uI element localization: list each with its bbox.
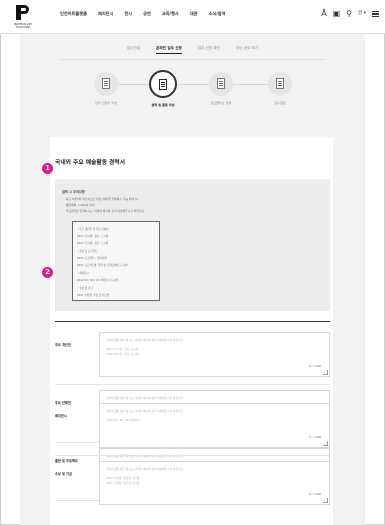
char-counter: 0 / 1,000 (308, 364, 321, 368)
tab-residency-guide[interactable]: 입주안내 (127, 46, 140, 54)
site-logo[interactable]: INCHEON ART PLATFORM (8, 5, 38, 31)
solo-exhibition-textarea[interactable]: 국외의 활동 등록 하시고, 아래의 예시와 같이 작성해주시기 바랍니다. 2… (99, 332, 330, 377)
field-row-solo-exhibition: 주요 개인전 국외의 활동 등록 하시고, 아래의 예시와 같이 작성해주시기 … (55, 332, 330, 377)
guide-note: · 예문제목: 1,000자 이내 (64, 203, 95, 207)
menu-item-platform[interactable]: 인천아트플랫폼 (60, 11, 87, 17)
field-row-awards: 수상 및 기금 국외의 활동 등록 하시고, 아래의 예시와 같이 작성해주시기… (55, 461, 330, 505)
content-area: 입주안내 온라인 입주 신청 입주 신청 확인 지난 공모 보기 입주 신청서 … (20, 34, 365, 525)
step-application-form: 입주 신청서 작성 (86, 72, 126, 105)
tab-past-calls[interactable]: 지난 공모 보기 (236, 46, 258, 54)
annotation-badge-2: 2 (42, 267, 53, 278)
example-line: 2022 00 / 00 / 00 레지던시 도시명 (77, 279, 118, 282)
sub-tabs: 입주안내 온라인 입주 신청 입주 신청 확인 지난 공모 보기 (20, 46, 365, 54)
menu-icon[interactable] (372, 11, 379, 17)
step-circle-active (149, 70, 177, 98)
input-guide-box: 입력 시 주의사항 · 최근 5년부터 최신순으로 작성 (분야별 전체복수 가… (55, 179, 330, 311)
guide-note: · 주요경력을 입력하시고, 아래의 예시와 같이 작성해주시기 바랍니다. (64, 209, 145, 213)
placeholder-example: 2021 수상명, 수상 및 기금명 (106, 481, 140, 485)
example-line: – 주요 개인전 및 주요 단체전 (77, 228, 109, 231)
guide-title: 입력 시 주의사항 (62, 190, 85, 194)
page-title: 국내외 주요 예술활동 경력서 (55, 160, 126, 166)
calendar-icon[interactable]: ▣ (333, 9, 341, 19)
menu-item-rental[interactable]: 대관 (190, 11, 198, 17)
step-label: 접수완료 (274, 101, 286, 105)
main-menu: 인천아트플랫폼 레지던시 전시 공연 교육/행사 대관 소식/참여 (60, 11, 236, 17)
step-label: 입주 신청서 작성 (95, 101, 117, 105)
placeholder-text: 국외의 활동 등록 하시고, 아래의 예시와 같이 작성해주시기 바랍니다. (106, 467, 184, 471)
menu-item-education[interactable]: 교육/행사 (162, 11, 179, 17)
placeholder-text: 국외의 활동 등록 하시고, 아래의 예시와 같이 작성해주시기 바랍니다. (106, 396, 184, 400)
char-counter: 0 / 1,000 (308, 435, 321, 439)
resize-handle[interactable] (323, 370, 328, 375)
placeholder-example: 2022 00 / 00 / 00 레지던시 (106, 418, 140, 422)
step-label: 포트폴리오 첨부 (210, 101, 232, 105)
logo-mark (16, 5, 29, 20)
resize-handle[interactable] (323, 498, 328, 503)
placeholder-example: 2023 '전시명', 장소, 도시명 (106, 347, 139, 351)
awards-textarea[interactable]: 국외의 활동 등록 하시고, 아래의 예시와 같이 작성해주시기 바랍니다. 2… (99, 461, 330, 505)
menu-item-performance[interactable]: 공연 (143, 11, 151, 17)
resize-handle[interactable] (323, 441, 328, 446)
placeholder-text: 국외의 활동 등록 하시고, 아래의 예시와 같이 작성해주시기 바랍니다. (106, 338, 184, 342)
example-line: 2023 '프로젝트', 출판사명 (77, 257, 107, 260)
document-icon (102, 78, 110, 89)
example-line: 2021 수상명, 수상 및 기금명 (77, 294, 110, 297)
example-line: – 출판 및 프로젝트 (77, 250, 98, 253)
step-label: 경력 및 활동 작성 (151, 103, 175, 107)
placeholder-example: 2023 수상명, 수상 및 기금명 (106, 476, 140, 480)
step-circle (268, 72, 292, 96)
section-divider (55, 321, 330, 322)
field-label: 레지던시 (55, 414, 67, 418)
menu-item-news[interactable]: 소식/참여 (209, 11, 226, 17)
example-line: – 수상 및 기금 (77, 287, 93, 290)
menu-item-residency[interactable]: 레지던시 (98, 11, 113, 17)
step-portfolio: 포트폴리오 첨부 (201, 72, 241, 105)
row-divider (55, 384, 330, 385)
example-line: – 레지던시 (77, 272, 89, 275)
field-label: 수상 및 기금 (55, 472, 72, 476)
step-complete: 접수완료 (260, 72, 300, 105)
tab-online-application[interactable]: 온라인 입주 신청 (156, 46, 182, 54)
top-navigation: INCHEON ART PLATFORM 인천아트플랫폼 레지던시 전시 공연 … (0, 0, 385, 34)
field-row-residency: 레지던시 국외의 활동 등록 하시고, 아래의 예시와 같이 작성해주시기 바랍… (55, 403, 330, 448)
tab-application-check[interactable]: 입주 신청 확인 (198, 46, 220, 54)
step-circle (209, 72, 233, 96)
example-line: 2023 '전시명', 장소, 도시명 (77, 235, 109, 238)
logo-text-line2: PLATFORM (16, 26, 30, 29)
header-utilities: Å ▣ ⚲ 한 ▾ (315, 9, 379, 19)
user-icon[interactable]: Å (321, 9, 326, 19)
placeholder-text: 국외의 활동 등록 하시고, 아래의 예시와 같이 작성해주시기 바랍니다. (106, 409, 184, 413)
application-steps: 입주 신청서 작성 경력 및 활동 작성 포트폴리오 첨부 접수완료 (86, 70, 300, 122)
menu-item-exhibition[interactable]: 전시 (124, 11, 132, 17)
guide-example-box: – 주요 개인전 및 주요 단체전 2023 '전시명', 장소, 도시명 20… (72, 221, 160, 301)
attachment-icon (217, 78, 225, 89)
placeholder-example: 2022 '전시명', 장소, 도시명 (106, 352, 139, 356)
language-select[interactable]: 한 ▾ (358, 9, 366, 19)
residency-textarea[interactable]: 국외의 활동 등록 하시고, 아래의 예시와 같이 작성해주시기 바랍니다. 2… (99, 403, 330, 448)
field-label: 주요 개인전 (55, 343, 71, 347)
document-edit-icon (159, 79, 167, 90)
tab-divider (60, 59, 325, 60)
example-line: 2021 프로젝트명, 협업 및 후원단체명, 도시명 (77, 264, 128, 267)
check-document-icon (276, 78, 284, 89)
search-icon[interactable]: ⚲ (346, 9, 352, 19)
char-counter: 0 / 1,000 (308, 492, 321, 496)
example-line: 2022 '전시명', 장소, 도시명 (77, 242, 109, 245)
row-divider (55, 455, 330, 456)
step-career-activity: 경력 및 활동 작성 (143, 70, 183, 107)
step-circle (94, 72, 118, 96)
guide-note: · 최근 5년부터 최신순으로 작성 (분야별 전체복수 가능 최대 5) (64, 197, 138, 201)
annotation-badge-1: 1 (42, 163, 53, 174)
